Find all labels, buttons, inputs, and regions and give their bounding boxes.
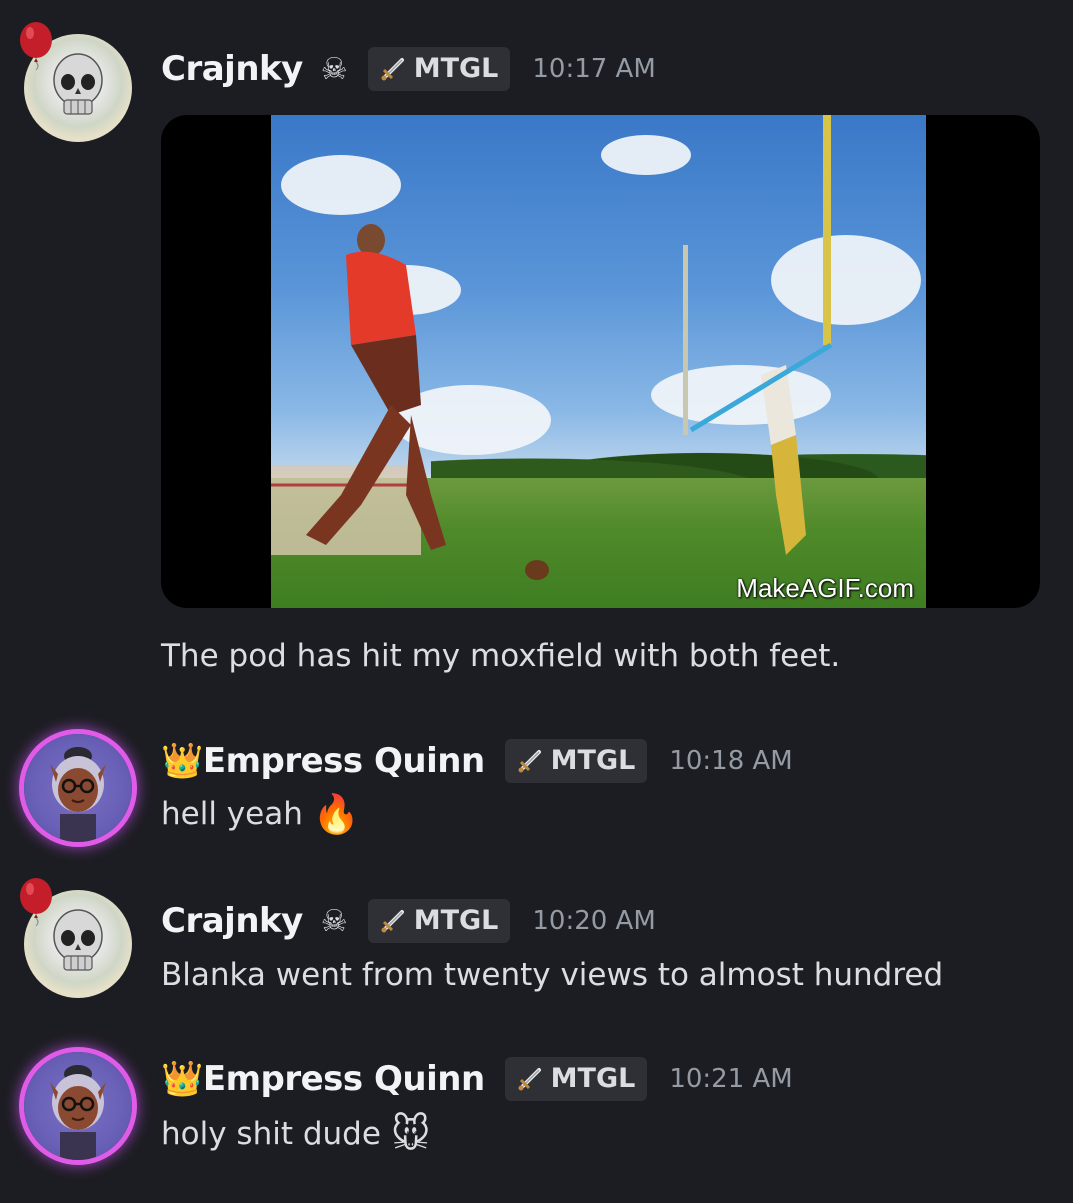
username-label: Empress Quinn xyxy=(202,1059,485,1099)
skull-icon xyxy=(53,53,103,115)
username[interactable]: 👑Empress Quinn xyxy=(161,741,485,781)
message-content: hell yeah xyxy=(161,796,303,832)
message-text: hell yeah 🔥 xyxy=(161,792,360,836)
message-content: Blanka went from twenty views to almost … xyxy=(161,957,944,993)
character-icon xyxy=(50,747,106,842)
skull-icon xyxy=(53,909,103,971)
message: Crajnky ☠ MTGL 10:20 AM Blanka went from… xyxy=(0,860,1073,1030)
timestamp[interactable]: 10:20 AM xyxy=(532,906,655,936)
crown-icon: 👑 xyxy=(161,1059,203,1099)
tag-label: MTGL xyxy=(413,52,499,84)
username[interactable]: Crajnky xyxy=(161,49,303,89)
gif-scene: MakeAGIF.com xyxy=(271,115,926,608)
username[interactable]: Crajnky xyxy=(161,901,303,941)
avatar[interactable] xyxy=(22,1050,134,1162)
avatar[interactable] xyxy=(20,878,134,1000)
message-content: holy shit dude xyxy=(161,1116,381,1152)
sword-icon xyxy=(518,1068,541,1091)
gif-attachment[interactable]: MakeAGIF.com xyxy=(161,115,1040,608)
fire-icon[interactable]: 🔥 xyxy=(313,792,360,837)
username-label: Empress Quinn xyxy=(202,741,485,781)
mouse-sticker-icon[interactable]: 🐭 xyxy=(391,1112,431,1156)
balloon-icon xyxy=(20,22,52,70)
message-header: Crajnky ☠ MTGL 10:20 AM xyxy=(161,896,656,946)
avatar[interactable] xyxy=(22,732,134,844)
skull-crossbones-icon: ☠ xyxy=(320,51,348,87)
avatar[interactable] xyxy=(20,22,134,144)
message: 👑Empress Quinn MTGL 10:18 AM hell yeah 🔥 xyxy=(0,700,1073,860)
username[interactable]: 👑Empress Quinn xyxy=(161,1059,485,1099)
server-tag[interactable]: MTGL xyxy=(367,47,511,91)
message-text: holy shit dude 🐭 xyxy=(161,1112,431,1156)
message-header: 👑Empress Quinn MTGL 10:21 AM xyxy=(161,1054,793,1104)
message-header: Crajnky ☠ MTGL 10:17 AM xyxy=(161,44,656,94)
server-tag[interactable]: MTGL xyxy=(504,1057,648,1101)
server-tag[interactable]: MTGL xyxy=(504,739,648,783)
tag-label: MTGL xyxy=(413,904,499,936)
server-tag[interactable]: MTGL xyxy=(367,899,511,943)
sword-icon xyxy=(381,910,404,933)
message: 👑Empress Quinn MTGL 10:21 AM holy shit d… xyxy=(0,1020,1073,1203)
sword-icon xyxy=(518,750,541,773)
tag-label: MTGL xyxy=(550,1062,636,1094)
quinn-avatar-image xyxy=(24,1052,132,1160)
crown-icon: 👑 xyxy=(161,741,203,781)
message-text: The pod has hit my moxfield with both fe… xyxy=(161,636,840,676)
timestamp[interactable]: 10:21 AM xyxy=(669,1064,792,1094)
sword-icon xyxy=(381,58,404,81)
message-header: 👑Empress Quinn MTGL 10:18 AM xyxy=(161,736,793,786)
skull-crossbones-icon: ☠ xyxy=(320,903,348,939)
gif-watermark: MakeAGIF.com xyxy=(736,573,914,603)
message: Crajnky ☠ MTGL 10:17 AM MakeAGIF.com The… xyxy=(0,0,1073,700)
balloon-icon xyxy=(20,878,52,926)
tag-label: MTGL xyxy=(550,744,636,776)
message-content: The pod has hit my moxfield with both fe… xyxy=(161,638,841,674)
timestamp[interactable]: 10:18 AM xyxy=(669,746,792,776)
timestamp[interactable]: 10:17 AM xyxy=(532,54,655,84)
message-text: Blanka went from twenty views to almost … xyxy=(161,955,943,995)
character-icon xyxy=(50,1065,106,1160)
quinn-avatar-image xyxy=(24,734,132,842)
